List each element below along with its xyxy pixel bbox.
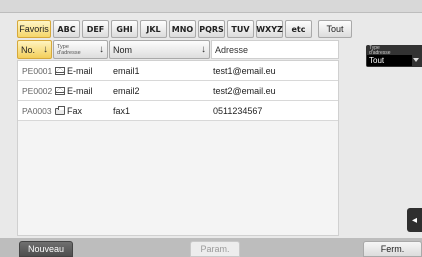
new-button[interactable]: Nouveau [19,241,73,257]
row-name: fax1 [113,106,131,116]
tab-pqrs[interactable]: PQRS [198,20,225,38]
fax-icon [55,106,65,115]
address-table: PE0001 E-mail email1 test1@email.eu PE00… [17,60,339,236]
tab-ghi[interactable]: GHI [111,20,138,38]
row-address: test2@email.eu [213,86,276,96]
email-icon [55,67,65,75]
row-id: PA0003 [22,106,52,116]
address-type-filter[interactable]: Type d'adresse Tout [366,45,422,67]
column-header-type-sub: d'adresse [57,49,81,56]
column-header-no: No. [21,44,36,55]
row-id: PE0002 [22,86,53,96]
tab-tuv[interactable]: TUV [227,20,254,38]
tab-etc[interactable]: etc [285,20,312,38]
status-bar [0,0,422,13]
tab-wxyz[interactable]: WXYZ [256,20,283,38]
row-type: Fax [55,101,82,121]
sort-arrow-icon: ↓ [99,44,104,55]
filter-value: Tout [369,56,385,65]
row-id: PE0001 [22,66,53,76]
sort-type-button[interactable]: Type d'adresse ↓ [53,40,108,59]
tab-def[interactable]: DEF [82,20,109,38]
chevron-down-icon [413,58,419,62]
table-row[interactable]: PA0003 Fax fax1 0511234567 [18,101,338,121]
tab-mno[interactable]: MNO [169,20,196,38]
sort-number-button[interactable]: No. ↓ [17,40,52,59]
email-icon [55,87,65,95]
param-button[interactable]: Param. [190,241,240,257]
index-tabs: Favoris ABC DEF GHI JKL MNO PQRS TUV WXY… [17,20,354,38]
tab-tout[interactable]: Tout [318,20,352,38]
row-name: email2 [113,86,140,96]
row-address: test1@email.eu [213,66,276,76]
sort-arrow-icon: ↓ [43,44,48,55]
column-header-address: Adresse [211,40,339,59]
tab-abc[interactable]: ABC [53,20,80,38]
arrow-left-icon: ◂ [411,214,418,226]
sort-arrow-icon: ↓ [201,44,206,55]
table-row[interactable]: PE0001 E-mail email1 test1@email.eu [18,61,338,81]
tab-jkl[interactable]: JKL [140,20,167,38]
column-header-name: Nom [113,44,133,55]
close-button[interactable]: Ferm. [363,241,422,257]
sort-name-button[interactable]: Nom ↓ [109,40,210,59]
row-type: E-mail [55,61,93,81]
side-panel-tab[interactable]: ◂ [407,208,422,232]
row-address: 0511234567 [213,106,263,116]
row-type: E-mail [55,81,93,101]
table-row[interactable]: PE0002 E-mail email2 test2@email.eu [18,81,338,101]
row-name: email1 [113,66,140,76]
tab-favoris[interactable]: Favoris [17,20,51,38]
